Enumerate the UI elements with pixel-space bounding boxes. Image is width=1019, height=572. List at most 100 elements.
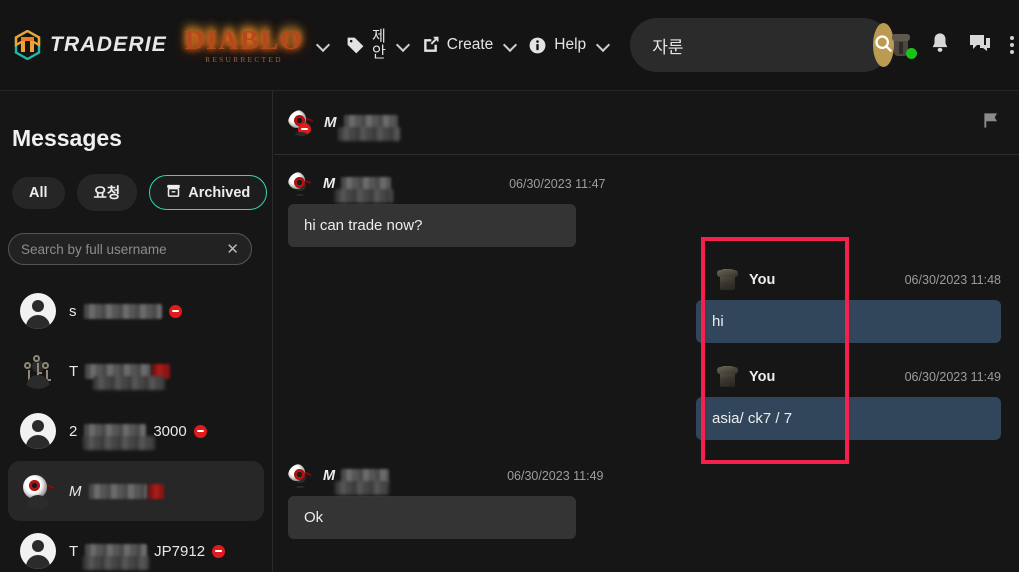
- message-sender-name: M: [323, 176, 393, 203]
- message-sent: You 06/30/2023 11:49 asia/ ck7 / 7: [288, 362, 1001, 440]
- brand-logo[interactable]: TRADERIE: [14, 29, 167, 61]
- username-prefix: 2: [69, 422, 78, 440]
- message-sent: You 06/30/2023 11:48 hi: [288, 265, 1001, 343]
- eyeball-avatar: [288, 172, 312, 196]
- redacted-username-line2: [83, 435, 155, 450]
- armor-item-avatar: [716, 267, 738, 293]
- nav-item-offers-label: 제 안: [371, 28, 386, 61]
- eyeball-globe: [288, 172, 305, 189]
- bell-icon[interactable]: [929, 31, 951, 59]
- chat-partner-name: M: [324, 114, 400, 141]
- default-user-avatar: [20, 533, 56, 569]
- default-user-avatar: [20, 293, 56, 329]
- username-prefix: T: [69, 362, 79, 380]
- online-status-dot: [906, 48, 918, 59]
- message-sender-name: You: [749, 272, 776, 288]
- nav-item-create[interactable]: Create: [414, 30, 501, 61]
- eyeball-avatar: [288, 109, 314, 136]
- flag-report-icon[interactable]: [982, 111, 1001, 135]
- blocked-badge: [212, 544, 226, 558]
- message-timestamp: 06/30/2023 11:49: [904, 370, 1001, 384]
- username-suffix: JP7912: [154, 542, 206, 560]
- nav-item-offers[interactable]: 제 안: [339, 23, 393, 67]
- default-user-avatar: [20, 413, 56, 449]
- redacted-username: [83, 303, 162, 319]
- message-received: M 06/30/2023 11:49 Ok: [288, 461, 1001, 539]
- username-search[interactable]: ✕: [8, 233, 252, 265]
- site-header: TRADERIE DIABLO RESURRECTED 제 안 Create H…: [0, 0, 1019, 91]
- chat-panel: M M 06/30/2023 11:47 hi can trade now? Y…: [274, 91, 1019, 572]
- brand-name: TRADERIE: [50, 33, 167, 56]
- eyeball-globe: [288, 464, 305, 481]
- message-bubble: asia/ ck7 / 7: [696, 397, 1001, 440]
- search-input[interactable]: [652, 35, 874, 55]
- list-item[interactable]: 2 3000: [8, 401, 264, 461]
- message-timestamp: 06/30/2023 11:48: [904, 273, 1001, 287]
- nav-help-chevron-down-icon[interactable]: [597, 39, 610, 52]
- game-logo[interactable]: DIABLO RESURRECTED: [183, 19, 305, 71]
- nav-create-chevron-down-icon[interactable]: [504, 39, 517, 52]
- main-nav: 제 안 Create Help: [339, 23, 610, 67]
- info-circle-icon: [528, 36, 547, 55]
- message-bubble: Ok: [288, 496, 576, 539]
- kebab-menu-icon[interactable]: [1009, 36, 1014, 54]
- list-item[interactable]: T: [8, 341, 264, 401]
- tab-requests[interactable]: 요청: [76, 174, 138, 211]
- traderie-messages-page: TRADERIE DIABLO RESURRECTED 제 안 Create H…: [0, 0, 1019, 572]
- message-timestamp: 06/30/2023 11:47: [509, 177, 606, 191]
- message-received: M 06/30/2023 11:47 hi can trade now?: [288, 169, 1001, 247]
- nav-item-help[interactable]: Help: [521, 30, 593, 61]
- blocked-badge: [193, 424, 207, 438]
- username-prefix: M: [323, 176, 336, 192]
- nav-item-create-label: Create: [446, 35, 494, 53]
- chat-header: M: [274, 91, 1019, 155]
- chat-bubble-icon[interactable]: [968, 32, 992, 59]
- redacted-username-tag: [147, 483, 164, 499]
- message-sender-name: M: [323, 468, 390, 495]
- keys-avatar: [20, 353, 56, 389]
- tab-all-label: All: [29, 184, 48, 201]
- message-bubble: hi: [696, 300, 1001, 343]
- close-x-icon[interactable]: ✕: [220, 240, 239, 258]
- message-timestamp: 06/30/2023 11:49: [507, 469, 604, 483]
- tab-archived-label: Archived: [188, 184, 251, 201]
- conversation-list: s T 2 3000 M T JP7912: [0, 281, 272, 572]
- blocked-badge: [168, 304, 182, 318]
- message-filter-tabs: All 요청 Archived: [0, 152, 272, 211]
- redacted-username-line2: [335, 481, 389, 495]
- nav-offers-chevron-down-icon[interactable]: [397, 39, 410, 52]
- message-bubble: hi can trade now?: [288, 204, 576, 247]
- redacted-username-line2: [83, 555, 149, 570]
- redacted-username-line2: [93, 375, 165, 390]
- header-actions: [890, 31, 1018, 59]
- tab-all[interactable]: All: [12, 176, 65, 209]
- global-search[interactable]: [630, 18, 895, 72]
- list-item[interactable]: s: [8, 281, 264, 341]
- eyeball-globe: [23, 475, 47, 499]
- user-avatar[interactable]: [890, 32, 918, 59]
- traderie-hex-logo-icon: [14, 29, 41, 61]
- redacted-username-line2: [335, 189, 393, 203]
- username-prefix: s: [69, 302, 77, 320]
- armor-item-avatar: [716, 364, 738, 390]
- eyeball-avatar: [288, 464, 312, 488]
- username-search-input[interactable]: [21, 241, 221, 257]
- edit-square-icon: [421, 36, 440, 55]
- archive-box-icon: [166, 183, 181, 202]
- tab-archived[interactable]: Archived: [149, 175, 268, 210]
- list-item[interactable]: T JP7912: [8, 521, 264, 572]
- game-subtitle: RESURRECTED: [205, 55, 283, 64]
- redacted-username-line2: [338, 127, 400, 141]
- username-prefix: T: [69, 542, 79, 560]
- username-prefix: M: [323, 468, 336, 484]
- tab-requests-label: 요청: [93, 186, 121, 202]
- message-sender-name: You: [749, 369, 776, 385]
- username-prefix: M: [69, 482, 82, 500]
- eyeball-avatar: [20, 473, 56, 509]
- page-title: Messages: [12, 125, 122, 151]
- conversation-username: s: [69, 303, 182, 320]
- nav-item-help-label: Help: [554, 35, 587, 53]
- list-item-selected[interactable]: M: [8, 461, 264, 521]
- conversation-username: M: [69, 483, 164, 500]
- conversation-username: T: [69, 362, 171, 390]
